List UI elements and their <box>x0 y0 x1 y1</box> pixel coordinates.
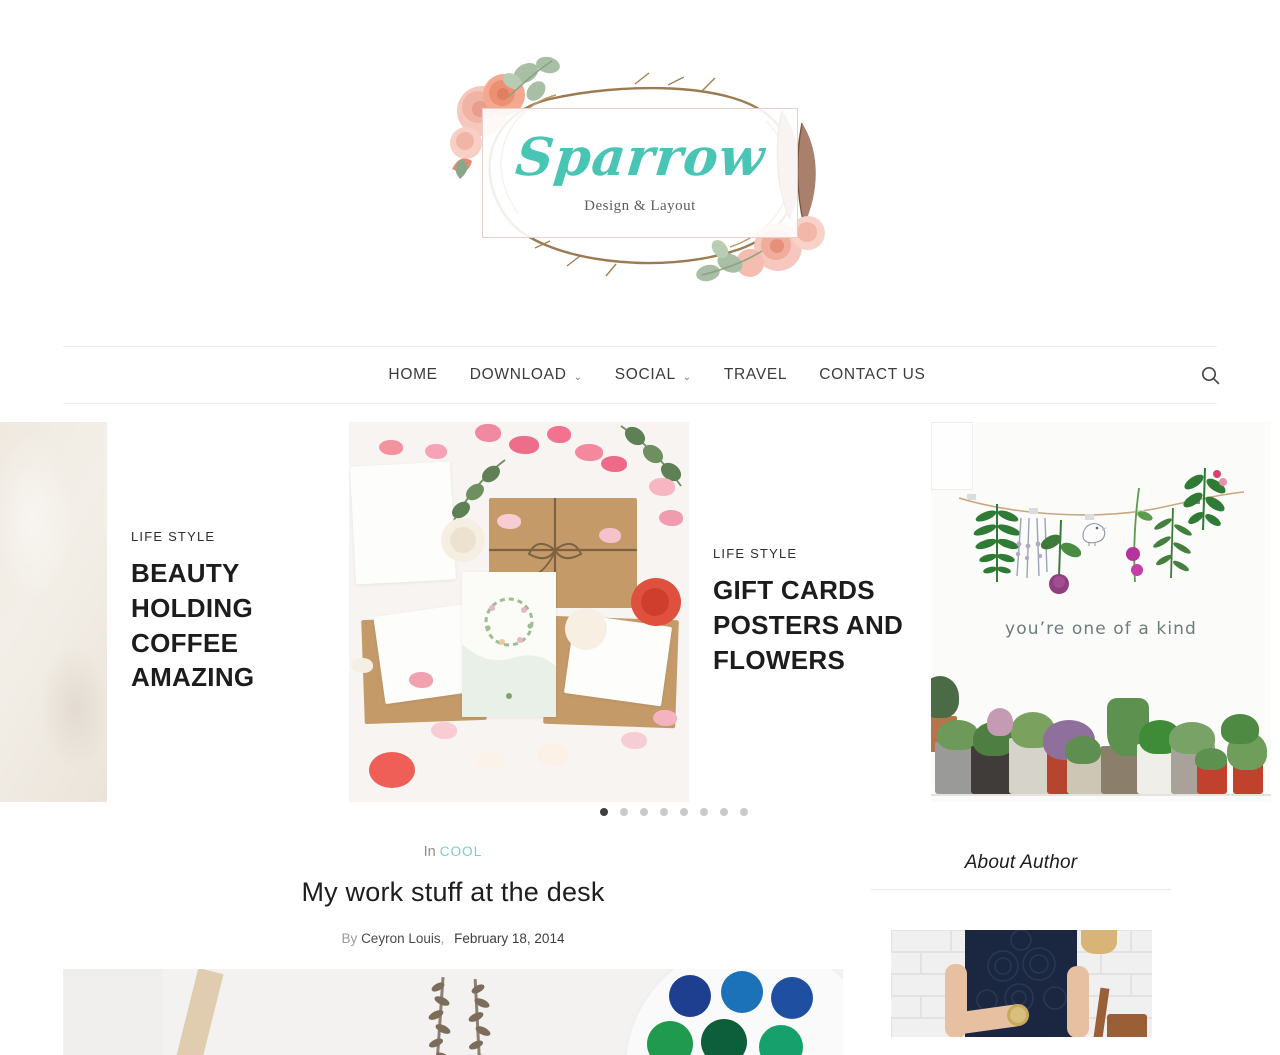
slide-title[interactable]: GIFT CARDS POSTERS AND FLOWERS <box>713 573 907 677</box>
wreath-card-icon <box>462 572 556 717</box>
slide-2-image[interactable] <box>349 422 689 802</box>
nav-label: TRAVEL <box>723 366 788 383</box>
by-label: By <box>341 930 358 946</box>
author-arm <box>1066 966 1089 1037</box>
slide-1[interactable]: LIFE STYLE BEAUTY HOLDING COFFEE AMAZING <box>107 422 349 802</box>
slide-partial-left[interactable] <box>0 422 107 802</box>
logo-tagline: Design & Layout <box>584 197 696 214</box>
nav-item-download[interactable]: DOWNLOAD ⌄ <box>454 366 599 384</box>
chevron-down-icon: ⌄ <box>573 371 583 383</box>
post-category-link[interactable]: COOL <box>440 844 483 859</box>
site-header: Sparrow Design & Layout <box>0 0 1280 346</box>
slide-3-image[interactable]: you’re one of a kind <box>931 422 1271 802</box>
slider-dot[interactable] <box>620 808 628 816</box>
post-category-meta: In COOL <box>63 844 843 860</box>
chevron-down-icon: ⌄ <box>682 371 692 383</box>
slider-dot[interactable] <box>720 808 728 816</box>
nav-label: DOWNLOAD <box>469 366 567 383</box>
bird-sketch-icon <box>1082 523 1107 546</box>
post-column: In COOL My work stuff at the desk By Cey… <box>63 844 843 1055</box>
nav-label: CONTACT US <box>819 366 926 383</box>
post-byline: By Ceyron Louis, February 18, 2014 <box>63 931 843 946</box>
content-area: In COOL My work stuff at the desk By Cey… <box>63 822 1217 1055</box>
slide-track: LIFE STYLE BEAUTY HOLDING COFFEE AMAZING <box>0 422 1280 802</box>
nav-item-home[interactable]: HOME <box>372 366 453 384</box>
slide-image-succulents[interactable]: you’re one of a kind <box>931 422 1271 802</box>
slide-caption: LIFE STYLE BEAUTY HOLDING COFFEE AMAZING <box>107 422 349 802</box>
site-logo[interactable]: Sparrow Design & Layout <box>430 51 850 296</box>
greenery-sprig-icon <box>1183 468 1227 531</box>
leaf-cluster-right <box>696 239 743 281</box>
slide-category[interactable]: LIFE STYLE <box>131 529 325 544</box>
sidebar: About Author <box>871 844 1171 1055</box>
slide-image-quote: you’re one of a kind <box>1005 619 1197 639</box>
slide-category[interactable]: LIFE STYLE <box>713 546 907 561</box>
nav-label: HOME <box>388 366 438 383</box>
wristwatch <box>1006 1004 1029 1026</box>
slide-image-floral-stationery[interactable] <box>349 422 689 802</box>
slide-image-cream[interactable] <box>0 422 107 802</box>
slide-2[interactable]: LIFE STYLE GIFT CARDS POSTERS AND FLOWER… <box>689 422 931 802</box>
in-label: In <box>423 844 436 860</box>
post-featured-image[interactable] <box>63 968 843 1055</box>
leaf-cluster-left <box>502 56 560 101</box>
slide-caption: LIFE STYLE GIFT CARDS POSTERS AND FLOWER… <box>689 422 931 802</box>
search-button[interactable] <box>1193 358 1227 392</box>
slider-dot[interactable] <box>660 808 668 816</box>
byline-comma: , <box>440 930 445 946</box>
post-date: February 18, 2014 <box>454 930 565 946</box>
nav-item-contact-us[interactable]: CONTACT US <box>803 366 941 384</box>
slider-dot[interactable] <box>700 808 708 816</box>
slider-dot[interactable] <box>740 808 748 816</box>
lavender-sprigs-icon <box>428 982 491 1055</box>
slider-dot[interactable] <box>640 808 648 816</box>
nav-item-social[interactable]: SOCIAL ⌄ <box>599 366 708 384</box>
search-icon <box>1201 366 1219 384</box>
flower-stem-icon <box>1041 520 1081 594</box>
nav-item-travel[interactable]: TRAVEL <box>708 366 803 384</box>
logo-frame: Sparrow Design & Layout <box>482 108 798 238</box>
post-title[interactable]: My work stuff at the desk <box>63 876 843 910</box>
flower-stem-icon <box>1126 488 1153 583</box>
slider-dot[interactable] <box>680 808 688 816</box>
nav-menu: HOME DOWNLOAD ⌄ SOCIAL ⌄ TRAVEL CONTACT … <box>338 366 941 384</box>
logo-name: Sparrow <box>512 126 768 188</box>
main-navigation: HOME DOWNLOAD ⌄ SOCIAL ⌄ TRAVEL CONTACT … <box>63 346 1219 404</box>
slide-title[interactable]: BEAUTY HOLDING COFFEE AMAZING <box>131 556 325 695</box>
slider-dot[interactable] <box>600 808 608 816</box>
slider-pagination[interactable] <box>0 808 1280 816</box>
author-photo <box>890 930 1152 1037</box>
nav-label: SOCIAL <box>614 366 676 383</box>
featured-slider[interactable]: LIFE STYLE BEAUTY HOLDING COFFEE AMAZING <box>0 422 1280 822</box>
post-author-link[interactable]: Ceyron Louis <box>361 931 441 946</box>
leather-bag <box>1106 1014 1147 1037</box>
about-author-widget-title: About Author <box>871 852 1171 890</box>
